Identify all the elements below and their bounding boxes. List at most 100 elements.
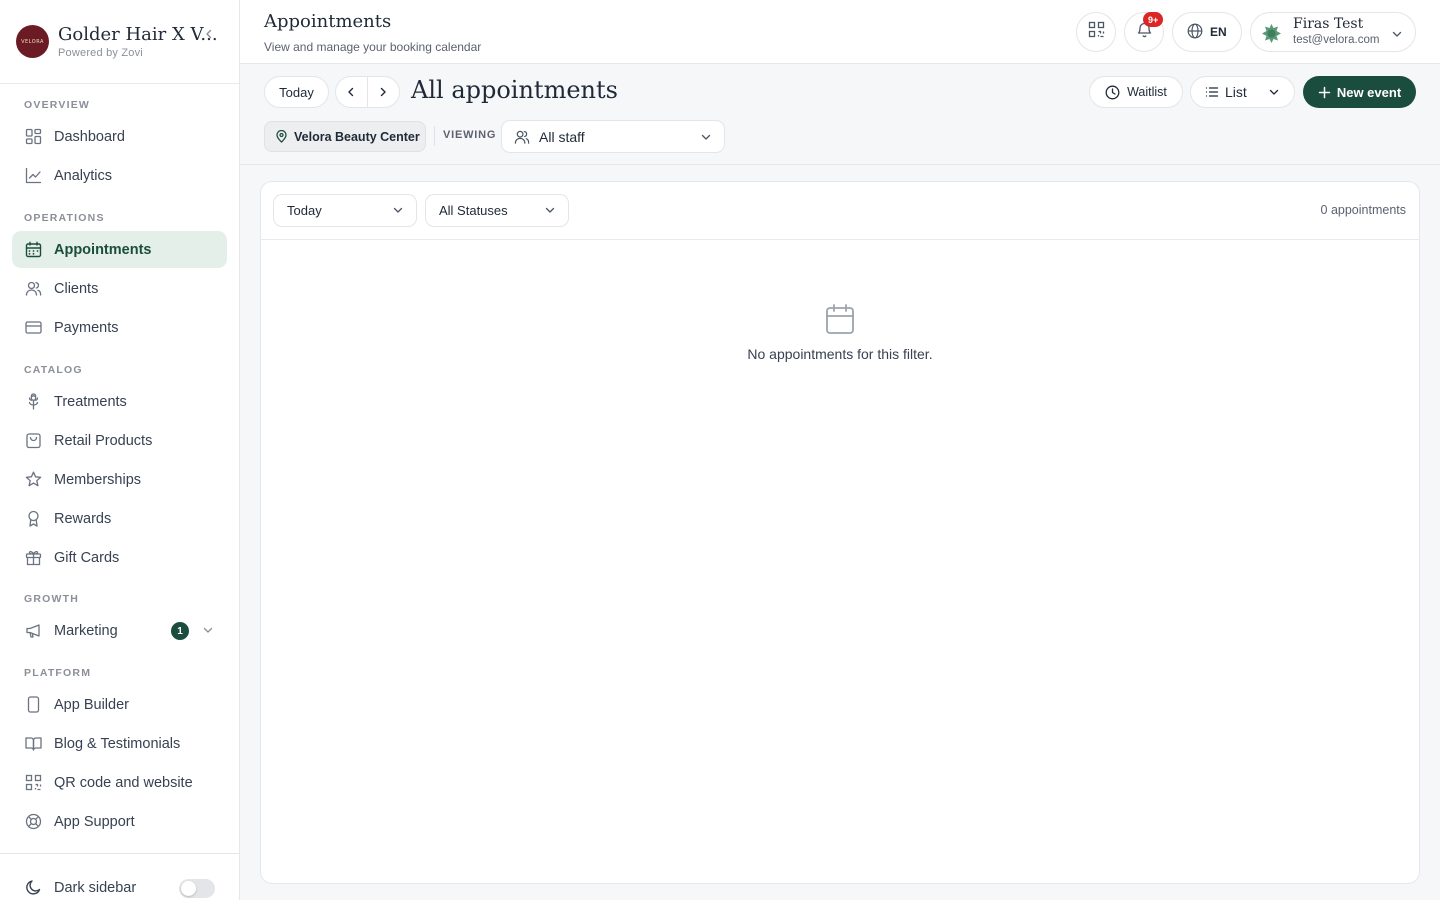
brand-header[interactable]: VELORA Golder Hair X V... Powered by Zov…	[0, 0, 239, 84]
chevron-down-icon	[1391, 27, 1403, 45]
panel-divider	[261, 239, 1419, 240]
sidebar-item-analytics[interactable]: Analytics	[12, 157, 227, 194]
sidebar-item-label: Dashboard	[54, 128, 125, 145]
chevron-down-icon[interactable]	[202, 624, 214, 640]
sidebar-item-gift-cards[interactable]: Gift Cards	[12, 539, 227, 576]
user-name: Firas Test	[1293, 16, 1364, 32]
list-icon	[1205, 85, 1219, 99]
users-icon	[514, 130, 530, 144]
user-email: test@velora.com	[1293, 34, 1380, 46]
language-button[interactable]: EN	[1172, 12, 1242, 52]
sidebar-item-appointments[interactable]: Appointments	[12, 231, 227, 268]
user-menu-button[interactable]: Firas Test test@velora.com	[1250, 12, 1416, 52]
waitlist-button[interactable]: Waitlist	[1089, 76, 1183, 108]
sidebar-item-label: Marketing	[54, 622, 118, 639]
star-icon	[24, 471, 42, 489]
view-mode-select[interactable]: List	[1190, 76, 1295, 108]
sidebar-item-payments[interactable]: Payments	[12, 309, 227, 346]
staff-select-label: All staff	[539, 128, 585, 145]
sidebar-item-label: Blog & Testimonials	[54, 735, 181, 752]
marketing-badge: 1	[171, 622, 189, 640]
qr-code-button[interactable]	[1076, 12, 1116, 52]
language-label: EN	[1210, 25, 1227, 39]
page-subtitle: View and manage your booking calendar	[264, 40, 482, 54]
status-filter-label: All Statuses	[439, 203, 508, 218]
life-buoy-icon	[24, 813, 42, 831]
sidebar-item-rewards[interactable]: Rewards	[12, 500, 227, 537]
calendar-icon	[825, 303, 855, 340]
date-filter-label: Today	[287, 203, 322, 218]
avatar	[1261, 23, 1282, 44]
globe-icon	[1187, 23, 1203, 42]
sidebar-item-clients[interactable]: Clients	[12, 270, 227, 307]
sidebar-item-label: App Support	[54, 813, 135, 830]
plus-icon	[1318, 86, 1331, 98]
today-label: Today	[279, 84, 314, 100]
sidebar-item-label: Gift Cards	[54, 549, 120, 566]
collapse-sidebar-icon[interactable]	[201, 26, 217, 42]
status-filter-select[interactable]: All Statuses	[425, 194, 569, 227]
chevron-left-icon	[348, 87, 354, 97]
page-title: Appointments	[264, 11, 392, 32]
smartphone-icon	[24, 696, 42, 714]
date-filter-select[interactable]: Today	[273, 194, 417, 227]
sidebar-item-label: Retail Products	[54, 432, 153, 449]
sidebar-item-label: Payments	[54, 319, 119, 336]
users-icon	[24, 280, 42, 298]
location-chip[interactable]: Velora Beauty Center	[264, 121, 426, 152]
next-button[interactable]	[368, 77, 399, 107]
section-label-catalog: CATALOG	[24, 364, 83, 376]
divider	[434, 126, 435, 146]
dark-sidebar-toggle[interactable]	[179, 879, 215, 898]
sidebar-item-app-builder[interactable]: App Builder	[12, 686, 227, 723]
sidebar-item-dashboard[interactable]: Dashboard	[12, 118, 227, 155]
sidebar-item-qr-code[interactable]: QR code and website	[12, 764, 227, 801]
waitlist-label: Waitlist	[1127, 85, 1167, 99]
sidebar-item-label: Clients	[54, 280, 99, 297]
map-pin-icon	[276, 130, 287, 143]
qr-code-icon	[1088, 21, 1105, 43]
brand-subtitle: Powered by Zovi	[58, 47, 143, 59]
staff-select[interactable]: All staff	[501, 120, 725, 153]
brand-logo: VELORA	[16, 25, 49, 58]
empty-state-message: No appointments for this filter.	[747, 346, 933, 362]
sidebar-item-memberships[interactable]: Memberships	[12, 461, 227, 498]
section-label-platform: PLATFORM	[24, 667, 92, 679]
appointments-count: 0 appointments	[1320, 203, 1406, 217]
qr-code-icon	[24, 774, 42, 792]
clock-icon	[1105, 85, 1120, 100]
sidebar-item-label: Memberships	[54, 471, 142, 488]
today-button[interactable]: Today	[264, 76, 329, 108]
sidebar-item-retail-products[interactable]: Retail Products	[12, 422, 227, 459]
sidebar-item-treatments[interactable]: Treatments	[12, 383, 227, 420]
flower-icon	[24, 393, 42, 411]
megaphone-icon	[24, 622, 42, 640]
chevron-down-icon	[1268, 86, 1280, 98]
sidebar-item-label: Analytics	[54, 167, 113, 184]
prev-button[interactable]	[336, 77, 368, 107]
new-event-button[interactable]: New event	[1303, 76, 1416, 108]
book-open-icon	[24, 735, 42, 753]
sidebar: VELORA Golder Hair X V... Powered by Zov…	[0, 0, 240, 900]
sidebar-item-marketing[interactable]: Marketing 1	[12, 612, 227, 649]
sidebar-item-app-support[interactable]: App Support	[12, 803, 227, 840]
viewing-label: VIEWING	[443, 129, 497, 141]
chevron-down-icon	[700, 130, 712, 146]
section-label-growth: GROWTH	[24, 593, 80, 605]
brand-name: Golder Hair X V...	[58, 24, 218, 45]
moon-icon	[24, 879, 42, 897]
sidebar-item-label: Appointments	[54, 241, 152, 258]
calendar-icon	[24, 241, 42, 259]
shopping-bag-icon	[24, 432, 42, 450]
sidebar-item-blog[interactable]: Blog & Testimonials	[12, 725, 227, 762]
sidebar-item-label: Treatments	[54, 393, 127, 410]
view-mode-label: List	[1225, 84, 1247, 100]
section-label-overview: OVERVIEW	[24, 99, 91, 111]
sidebar-item-label: QR code and website	[54, 774, 193, 791]
chevron-down-icon	[544, 204, 556, 219]
award-icon	[24, 510, 42, 528]
section-label-operations: OPERATIONS	[24, 212, 105, 224]
view-title: All appointments	[411, 76, 618, 104]
dashboard-icon	[24, 128, 42, 146]
credit-card-icon	[24, 319, 42, 337]
